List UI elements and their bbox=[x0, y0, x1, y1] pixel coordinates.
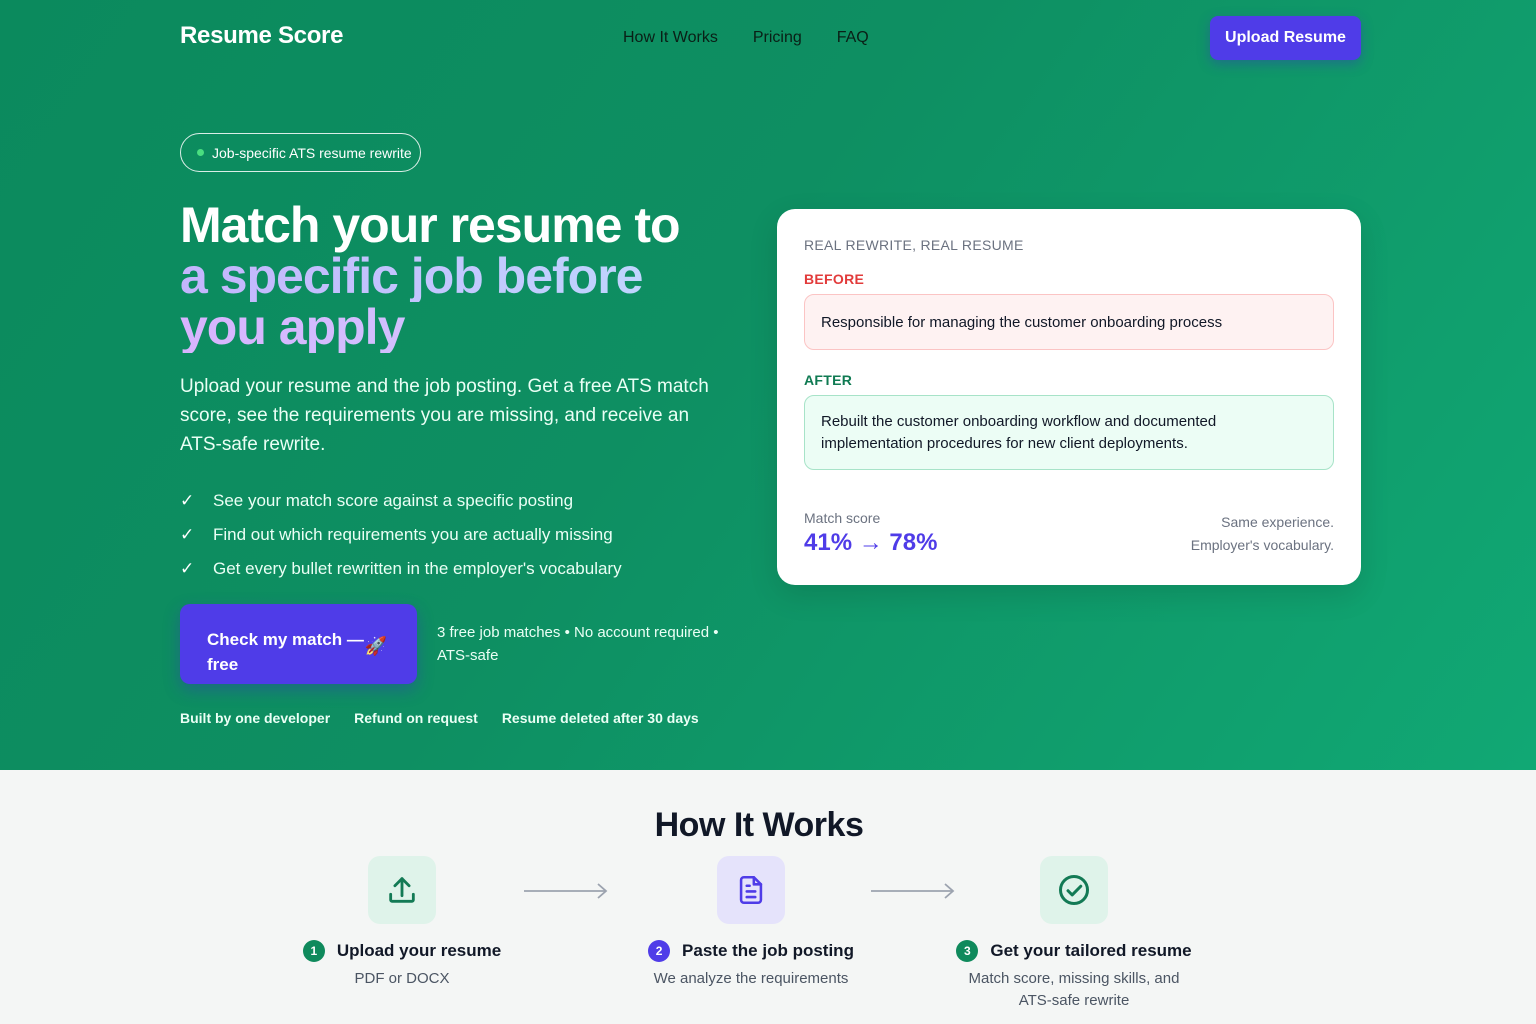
nav-faq[interactable]: FAQ bbox=[837, 29, 869, 47]
step-1: 1 Upload your resume PDF or DOCX bbox=[272, 856, 532, 990]
hero-section: Resume Score How It Works Pricing FAQ Up… bbox=[0, 0, 1536, 770]
match-score-value: 41% → 78% bbox=[804, 529, 938, 556]
upload-icon bbox=[368, 856, 436, 924]
trust-item: Built by one developer bbox=[180, 710, 331, 726]
hero-headline: Match your resume to a specific job befo… bbox=[180, 200, 740, 353]
list-item: ✓ Find out which requirements you are act… bbox=[180, 518, 622, 552]
match-score-label: Match score bbox=[804, 510, 881, 526]
brand-logo[interactable]: Resume Score bbox=[180, 22, 343, 50]
trust-item: Refund on request bbox=[354, 710, 478, 726]
step-title: Paste the job posting bbox=[682, 941, 854, 960]
headline-line-1: Match your resume to bbox=[180, 197, 681, 253]
step-description: We analyze the requirements bbox=[653, 970, 849, 987]
check-circle-icon bbox=[1040, 856, 1108, 924]
benefit-text: Get every bullet rewritten in the employ… bbox=[213, 559, 622, 578]
benefit-text: Find out which requirements you are actu… bbox=[213, 525, 613, 544]
after-label: AFTER bbox=[804, 372, 853, 388]
headline-line-2: a specific job before bbox=[180, 251, 740, 302]
rocket-icon: 🚀 bbox=[364, 636, 387, 656]
benefit-text: See your match score against a specific … bbox=[213, 491, 574, 510]
nav-how-it-works[interactable]: How It Works bbox=[623, 29, 718, 47]
benefit-list: ✓ See your match score against a specific… bbox=[180, 484, 622, 586]
feature-pill: Job-specific ATS resume rewrite bbox=[180, 133, 421, 172]
checkmark-icon: ✓ bbox=[180, 525, 195, 544]
cta-label: Check my match — free bbox=[207, 630, 364, 674]
step-description: Match score, missing skills, and ATS-saf… bbox=[968, 970, 1180, 1009]
status-dot-icon bbox=[197, 149, 204, 156]
side-note-line-2: Employer's vocabulary. bbox=[1190, 537, 1334, 553]
step-2: 2 Paste the job posting We analyze the r… bbox=[621, 856, 881, 990]
step-title-row: 3 Get your tailored resume bbox=[944, 940, 1204, 962]
upload-resume-button[interactable]: Upload Resume bbox=[1210, 16, 1361, 60]
hero-subtitle: Upload your resume and the job posting. … bbox=[180, 376, 709, 455]
how-it-works-title: How It Works bbox=[654, 806, 864, 844]
step-title: Get your tailored resume bbox=[990, 941, 1192, 960]
card-kicker: REAL REWRITE, REAL RESUME bbox=[804, 237, 1024, 253]
step-title: Upload your resume bbox=[336, 941, 502, 960]
after-text: Rebuilt the customer onboarding workflow… bbox=[804, 395, 1334, 470]
before-label: BEFORE bbox=[804, 271, 865, 287]
pill-text: Job-specific ATS resume rewrite bbox=[212, 144, 412, 161]
step-3: 3 Get your tailored resume Match score, … bbox=[944, 856, 1204, 1012]
list-item: ✓ Get every bullet rewritten in the emplo… bbox=[180, 552, 622, 586]
step-number: 3 bbox=[956, 940, 979, 962]
document-icon bbox=[717, 856, 785, 924]
check-my-match-button[interactable]: Check my match — free 🚀 bbox=[180, 604, 417, 684]
step-title-row: 1 Upload your resume bbox=[272, 940, 532, 962]
list-item: ✓ See your match score against a specific… bbox=[180, 484, 622, 518]
step-number: 2 bbox=[648, 940, 671, 962]
before-text: Responsible for managing the customer on… bbox=[804, 294, 1334, 350]
arrow-right-icon bbox=[524, 883, 608, 899]
step-title-row: 2 Paste the job posting bbox=[621, 940, 881, 962]
step-number: 1 bbox=[302, 940, 325, 962]
side-note-line-1: Same experience. bbox=[1221, 514, 1334, 530]
top-nav: How It Works Pricing FAQ bbox=[623, 29, 869, 47]
cta-note: 3 free job matches • No account required… bbox=[437, 624, 719, 664]
trust-item: Resume deleted after 30 days bbox=[501, 710, 699, 726]
headline-line-3: you apply bbox=[180, 302, 740, 353]
step-description: PDF or DOCX bbox=[354, 970, 450, 987]
card-side-note: Same experience. Employer's vocabulary. bbox=[1191, 511, 1334, 557]
trust-badges: Built by one developer Refund on request… bbox=[180, 710, 699, 726]
rewrite-example-card: REAL REWRITE, REAL RESUME BEFORE Respons… bbox=[777, 209, 1361, 585]
checkmark-icon: ✓ bbox=[180, 491, 195, 510]
nav-pricing[interactable]: Pricing bbox=[753, 29, 802, 47]
checkmark-icon: ✓ bbox=[180, 559, 195, 578]
